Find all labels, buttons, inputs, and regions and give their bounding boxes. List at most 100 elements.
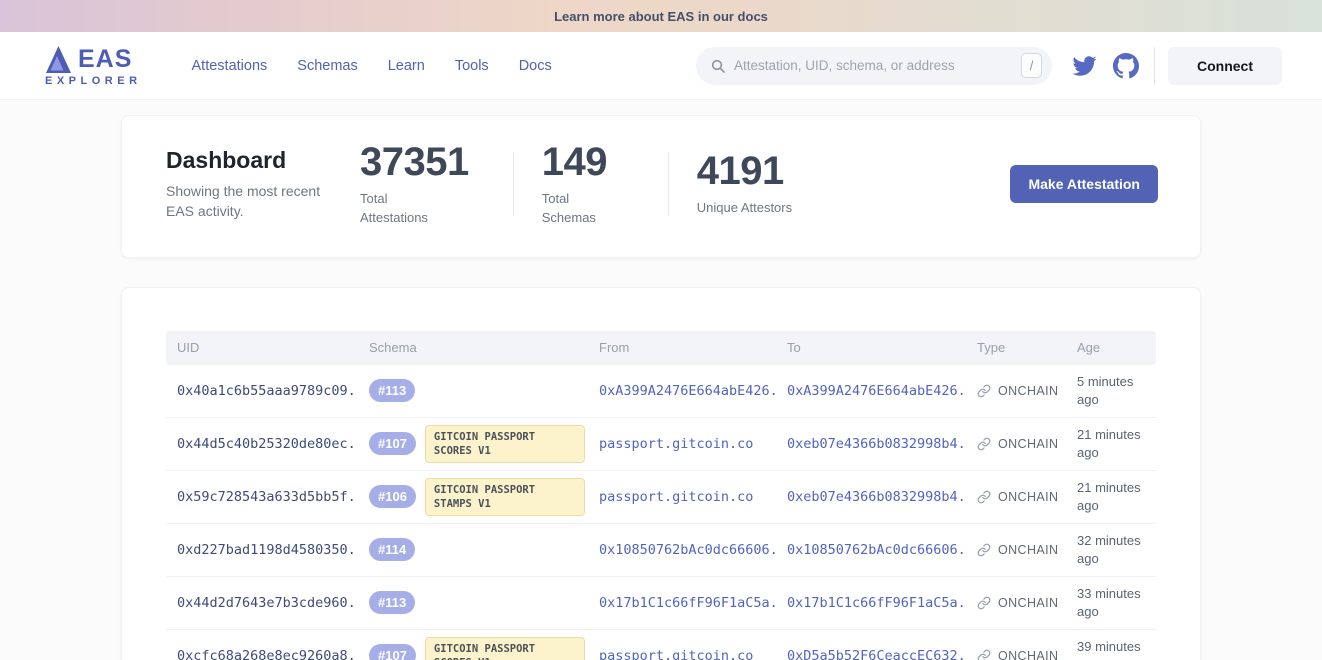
header-divider: [1154, 47, 1155, 85]
type-label: ONCHAIN: [998, 649, 1058, 660]
schema-id-badge[interactable]: #107: [369, 432, 416, 455]
col-header-to: To: [776, 340, 966, 355]
to-link[interactable]: 0xeb07e4366b0832998b4...: [776, 436, 966, 452]
connect-button[interactable]: Connect: [1168, 47, 1282, 85]
schema-id-badge[interactable]: #113: [369, 591, 415, 614]
stat-value: 149: [542, 141, 624, 183]
type-cell: ONCHAIN: [966, 649, 1066, 660]
from-link[interactable]: passport.gitcoin.co: [588, 489, 776, 505]
logo-subtitle: EXPLORER: [45, 75, 142, 87]
nav-learn[interactable]: Learn: [388, 58, 425, 74]
table-row[interactable]: 0xcfc68a268e8ec9260a8... #107 GITCOIN PA…: [166, 630, 1156, 660]
type-cell: ONCHAIN: [966, 437, 1066, 451]
to-link[interactable]: 0x17b1C1c66fF96F1aC5a...: [776, 595, 966, 611]
schema-cell: #107 GITCOIN PASSPORT SCORES V1: [358, 425, 588, 463]
link-icon: [977, 437, 991, 451]
link-icon: [977, 596, 991, 610]
nav-schemas[interactable]: Schemas: [297, 58, 357, 74]
stat-label: Total Schemas: [542, 190, 624, 228]
age-cell: 5 minutes ago: [1066, 373, 1156, 408]
attestations-table-card: UID Schema From To Type Age 0x40a1c6b55a…: [121, 287, 1201, 660]
table-row[interactable]: 0x59c728543a633d5bb5f... #106 GITCOIN PA…: [166, 471, 1156, 524]
table-header-row: UID Schema From To Type Age: [166, 331, 1156, 365]
to-link[interactable]: 0xD5a5b52F6CeaccEC632...: [776, 648, 966, 660]
age-cell: 21 minutes ago: [1066, 426, 1156, 461]
twitter-icon[interactable]: [1071, 54, 1098, 78]
nav-tools[interactable]: Tools: [455, 58, 489, 74]
uid-link[interactable]: 0x44d5c40b25320de80ec...: [166, 436, 358, 452]
from-link[interactable]: 0x10850762bAc0dc66606...: [588, 542, 776, 558]
stat-label: Total Attestations: [360, 190, 442, 228]
search-bar[interactable]: /: [696, 47, 1052, 85]
logo-title: EAS: [78, 45, 132, 74]
eas-triangle-icon: [45, 45, 72, 74]
search-icon: [710, 58, 726, 74]
from-link[interactable]: passport.gitcoin.co: [588, 436, 776, 452]
from-link[interactable]: 0x17b1C1c66fF96F1aC5a...: [588, 595, 776, 611]
table-body: 0x40a1c6b55aaa9789c09... #113 0xA399A247…: [166, 365, 1156, 660]
type-cell: ONCHAIN: [966, 490, 1066, 504]
search-input[interactable]: [734, 58, 1021, 73]
stat-label: Unique Attestors: [697, 199, 792, 218]
page-subtitle: Showing the most recent EAS activity.: [166, 181, 338, 222]
github-icon[interactable]: [1113, 53, 1139, 79]
schema-id-badge[interactable]: #107: [369, 644, 416, 660]
schema-cell: #114: [358, 538, 588, 561]
type-label: ONCHAIN: [998, 596, 1058, 610]
from-link[interactable]: 0xA399A2476E664abE426...: [588, 383, 776, 399]
main-nav: Attestations Schemas Learn Tools Docs: [192, 58, 552, 74]
table-row[interactable]: 0x40a1c6b55aaa9789c09... #113 0xA399A247…: [166, 365, 1156, 418]
link-icon: [977, 543, 991, 557]
stat-divider: [513, 152, 514, 216]
link-icon: [977, 490, 991, 504]
link-icon: [977, 384, 991, 398]
to-link[interactable]: 0xeb07e4366b0832998b4...: [776, 489, 966, 505]
nav-attestations[interactable]: Attestations: [192, 58, 268, 74]
table-row[interactable]: 0xd227bad1198d4580350... #114 0x10850762…: [166, 524, 1156, 577]
uid-link[interactable]: 0x44d2d7643e7b3cde960...: [166, 595, 358, 611]
type-label: ONCHAIN: [998, 490, 1058, 504]
social-links: [1071, 53, 1139, 79]
col-header-schema: Schema: [358, 340, 588, 355]
type-cell: ONCHAIN: [966, 596, 1066, 610]
make-attestation-button[interactable]: Make Attestation: [1010, 165, 1158, 203]
eas-logo[interactable]: EAS EXPLORER: [45, 45, 142, 87]
table-row[interactable]: 0x44d5c40b25320de80ec... #107 GITCOIN PA…: [166, 418, 1156, 471]
col-header-uid: UID: [166, 340, 358, 355]
dashboard-card: Dashboard Showing the most recent EAS ac…: [121, 115, 1201, 258]
uid-link[interactable]: 0x59c728543a633d5bb5f...: [166, 489, 358, 505]
type-label: ONCHAIN: [998, 437, 1058, 451]
schema-cell: #113: [358, 591, 588, 614]
schema-cell: #107 GITCOIN PASSPORT SCORES V1: [358, 637, 588, 660]
type-cell: ONCHAIN: [966, 384, 1066, 398]
schema-id-badge[interactable]: #106: [369, 485, 416, 508]
page-title: Dashboard: [166, 147, 338, 174]
link-icon: [977, 649, 991, 660]
age-cell: 32 minutes ago: [1066, 532, 1156, 567]
stats-row: 37351 Total Attestations 149 Total Schem…: [360, 141, 792, 228]
age-cell: 21 minutes ago: [1066, 479, 1156, 514]
type-label: ONCHAIN: [998, 384, 1058, 398]
col-header-type: Type: [966, 340, 1066, 355]
uid-link[interactable]: 0xcfc68a268e8ec9260a8...: [166, 648, 358, 660]
slash-shortcut-key: /: [1021, 53, 1042, 78]
nav-docs[interactable]: Docs: [519, 58, 552, 74]
age-cell: 33 minutes ago: [1066, 585, 1156, 620]
uid-link[interactable]: 0x40a1c6b55aaa9789c09...: [166, 383, 358, 399]
schema-name-badge: GITCOIN PASSPORT STAMPS V1: [425, 478, 585, 516]
header: EAS EXPLORER Attestations Schemas Learn …: [0, 32, 1322, 100]
schema-id-badge[interactable]: #114: [369, 538, 415, 561]
type-label: ONCHAIN: [998, 543, 1058, 557]
docs-banner-text: Learn more about EAS in our docs: [554, 9, 768, 24]
stat-value: 37351: [360, 141, 469, 183]
docs-banner[interactable]: Learn more about EAS in our docs: [0, 0, 1322, 32]
to-link[interactable]: 0x10850762bAc0dc66606...: [776, 542, 966, 558]
table-row[interactable]: 0x44d2d7643e7b3cde960... #113 0x17b1C1c6…: [166, 577, 1156, 630]
from-link[interactable]: passport.gitcoin.co: [588, 648, 776, 660]
schema-id-badge[interactable]: #113: [369, 379, 415, 402]
schema-cell: #113: [358, 379, 588, 402]
to-link[interactable]: 0xA399A2476E664abE426...: [776, 383, 966, 399]
uid-link[interactable]: 0xd227bad1198d4580350...: [166, 542, 358, 558]
schema-name-badge: GITCOIN PASSPORT SCORES V1: [425, 425, 585, 463]
stat-total-schemas: 149 Total Schemas: [542, 141, 624, 228]
